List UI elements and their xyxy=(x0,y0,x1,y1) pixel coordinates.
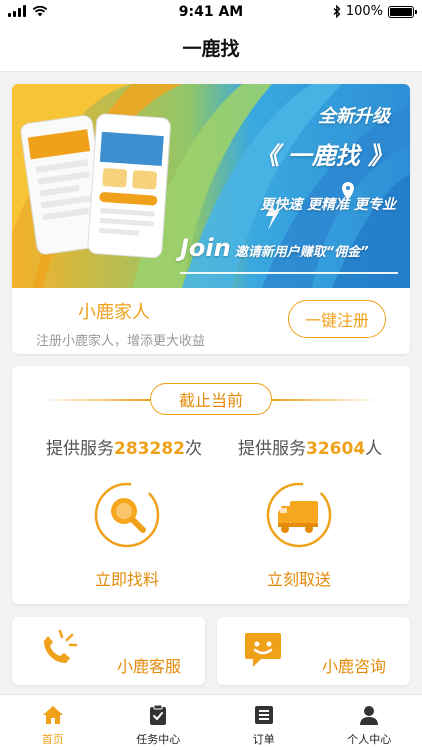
status-bar: 9:41 AM 100% xyxy=(0,0,422,24)
service-count-unit: 次 xyxy=(184,439,202,459)
list-icon xyxy=(254,706,273,724)
banner-brand-text: 《 一鹿找 》 xyxy=(255,142,392,170)
banner-upgrade-text: 全新升级 xyxy=(318,106,390,127)
clipboard-icon xyxy=(150,704,167,725)
banner-features-text: 更快速 更精准 更专业 xyxy=(260,197,396,213)
status-right: 100% xyxy=(333,4,417,19)
page-title: 一鹿找 xyxy=(182,38,240,60)
person-icon xyxy=(360,706,379,725)
tab-home[interactable]: 首页 xyxy=(0,695,106,750)
tab-orders-label: 订单 xyxy=(252,733,275,746)
stats-card: 截止当前 提供服务283282次 提供服务32604人 立即找料 立刻取送 xyxy=(12,366,410,604)
search-icon xyxy=(94,482,160,548)
phone-icon xyxy=(44,629,78,663)
register-title: 小鹿家人 xyxy=(78,302,150,323)
battery-fill xyxy=(390,7,412,16)
service-count-value: 283282 xyxy=(114,439,185,459)
register-button[interactable]: 一键注册 xyxy=(288,300,386,338)
chat-icon xyxy=(245,633,281,667)
home-icon xyxy=(42,706,63,724)
banner-join-caption: 邀请新用户赚取“佣金” xyxy=(234,245,369,260)
tab-orders[interactable]: 订单 xyxy=(211,695,317,750)
pickup-delivery-button[interactable]: 立刻取送 xyxy=(254,482,344,590)
customer-service-card[interactable]: 小鹿客服 xyxy=(12,617,205,685)
people-count-prefix: 提供服务 xyxy=(238,439,306,459)
find-material-button[interactable]: 立即找料 xyxy=(82,482,172,590)
deadline-divider-left xyxy=(42,399,150,401)
banner-join-word: Join xyxy=(180,234,231,262)
banner-card: 全新升级 《 一鹿找 》 更快速 更精准 更专业 Join 邀请新用户赚取“佣金”… xyxy=(12,84,410,354)
promo-banner[interactable]: 全新升级 《 一鹿找 》 更快速 更精准 更专业 Join 邀请新用户赚取“佣金” xyxy=(12,84,410,288)
tab-task-center-label: 任务中心 xyxy=(136,733,181,746)
battery-icon xyxy=(388,5,417,18)
consultation-label: 小鹿咨询 xyxy=(321,657,386,676)
service-count-stat: 提供服务283282次 xyxy=(46,434,202,459)
consultation-card[interactable]: 小鹿咨询 xyxy=(217,617,410,685)
tab-home-label: 首页 xyxy=(41,733,64,746)
banner-join-text: Join 邀请新用户赚取“佣金” xyxy=(180,234,368,262)
service-count-prefix: 提供服务 xyxy=(46,439,114,459)
register-subtitle: 注册小鹿家人，增添更大收益 xyxy=(36,334,206,349)
nav-bar: 一鹿找 xyxy=(0,24,422,72)
battery-percent: 100% xyxy=(345,4,383,19)
deadline-badge: 截止当前 xyxy=(150,383,272,415)
customer-service-label: 小鹿客服 xyxy=(116,657,181,676)
truck-icon xyxy=(266,482,332,548)
bluetooth-icon xyxy=(333,5,341,18)
tab-bar: 首页 任务中心 订单 个人中心 xyxy=(0,694,422,750)
tab-profile[interactable]: 个人中心 xyxy=(317,695,422,750)
banner-underline xyxy=(180,272,398,274)
people-count-stat: 提供服务32604人 xyxy=(238,434,382,459)
pickup-delivery-label: 立刻取送 xyxy=(266,570,331,589)
people-count-value: 32604 xyxy=(306,439,366,459)
find-material-label: 立即找料 xyxy=(94,570,159,589)
people-count-unit: 人 xyxy=(365,439,383,459)
tab-profile-label: 个人中心 xyxy=(347,733,392,746)
deadline-divider-right xyxy=(272,399,380,401)
tab-task-center[interactable]: 任务中心 xyxy=(106,695,212,750)
